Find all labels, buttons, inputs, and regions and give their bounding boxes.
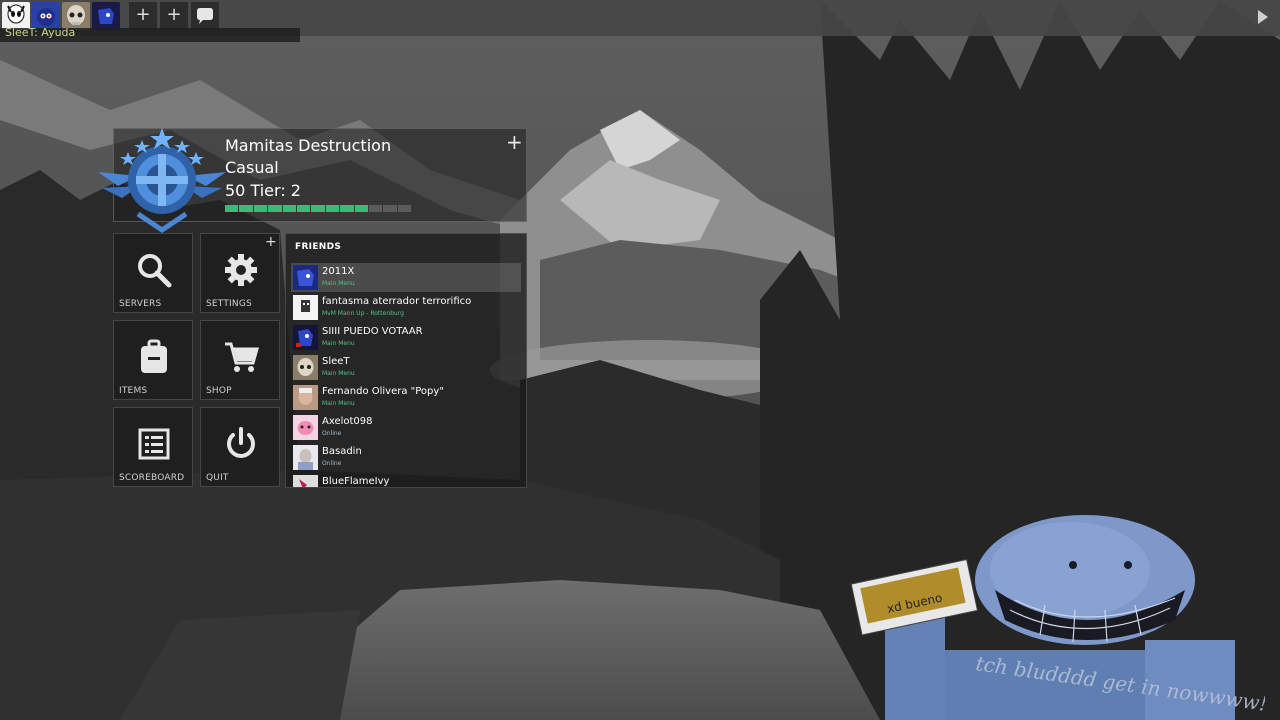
friend-avatar — [293, 265, 318, 290]
add-party-button-1[interactable]: + — [129, 2, 157, 30]
xp-segment — [268, 205, 282, 212]
chat-button[interactable] — [191, 2, 219, 30]
friend-status: Main Menu — [322, 280, 355, 287]
friends-title: FRIENDS — [295, 242, 342, 252]
friend-status: Main Menu — [322, 340, 355, 347]
gear-icon — [225, 254, 257, 286]
chat-line: SleeT: Ayuda — [0, 26, 300, 42]
xp-segment — [383, 205, 397, 212]
add-party-button-2[interactable]: + — [160, 2, 188, 30]
friend-status: Main Menu — [322, 370, 355, 377]
friend-avatar — [293, 415, 318, 440]
player-tier: 50 Tier: 2 — [225, 181, 301, 200]
player-name: Mamitas Destruction — [225, 136, 392, 155]
rank-emblem-icon — [98, 128, 226, 234]
friend-row[interactable]: Basadin Online — [291, 443, 521, 472]
friend-name: SIIII PUEDO VOTAAR — [322, 326, 423, 337]
shopping-cart-icon — [225, 342, 259, 372]
friend-row[interactable]: SIIII PUEDO VOTAAR Main Menu — [291, 323, 521, 352]
servers-button[interactable]: SERVERS — [113, 233, 193, 313]
xp-segment — [253, 205, 268, 212]
friends-panel: FRIENDS 2011X Main Menu fantasma aterrad… — [285, 233, 527, 488]
friend-row[interactable]: SleeT Main Menu — [291, 353, 521, 382]
friend-avatar — [293, 325, 318, 350]
friend-avatar — [293, 385, 318, 410]
xp-segment — [340, 205, 354, 212]
backpack-icon — [141, 339, 167, 373]
xp-segment — [311, 205, 325, 212]
play-icon[interactable] — [1258, 10, 1268, 24]
shop-label: SHOP — [206, 386, 232, 396]
scoreboard-button[interactable]: SCOREBOARD — [113, 407, 193, 487]
friend-status: MvM Mann Up - Rottenburg — [322, 310, 404, 317]
friend-row[interactable]: Axelot098 Online — [291, 413, 521, 442]
friend-status: Online — [322, 460, 342, 467]
settings-label: SETTINGS — [206, 299, 252, 309]
friend-name: fantasma aterrador terrorifico — [322, 296, 472, 307]
xp-segment — [296, 205, 311, 212]
scoreboard-label: SCOREBOARD — [119, 473, 185, 483]
xp-segment — [397, 205, 412, 212]
friend-status: Main Menu — [322, 400, 355, 407]
items-button[interactable]: ITEMS — [113, 320, 193, 400]
servers-label: SERVERS — [119, 299, 162, 309]
character-drawing: xd bueno tch bludddd get in nowwww!! — [850, 515, 1265, 720]
friend-name: Basadin — [322, 446, 362, 457]
xp-segment — [282, 205, 296, 212]
friend-name: 2011X — [322, 266, 355, 277]
chat-message: SleeT: Ayuda — [5, 26, 76, 39]
friend-name: BlueFlameIvy — [322, 476, 390, 487]
xp-segment — [225, 205, 239, 212]
friend-avatar — [293, 295, 318, 320]
xp-segment — [354, 205, 368, 212]
game-mode: Casual — [225, 158, 279, 177]
xp-segment — [239, 205, 253, 212]
xp-segment — [325, 205, 340, 212]
friend-avatar — [293, 445, 318, 470]
friend-status: Online — [322, 430, 342, 437]
friend-avatar — [293, 475, 318, 487]
sonic-avatar[interactable] — [92, 2, 120, 30]
xp-progress-bar — [225, 205, 412, 212]
friend-avatar — [293, 355, 318, 380]
friend-row[interactable]: 2011X Main Menu — [291, 263, 521, 292]
friend-row[interactable]: Fernando Olivera "Popy" Main Menu — [291, 383, 521, 412]
expand-card-button[interactable]: + — [506, 130, 523, 154]
chat-icon — [197, 8, 213, 24]
add-tile-button[interactable]: + — [265, 234, 277, 250]
power-icon — [227, 427, 255, 458]
shop-button[interactable]: SHOP — [200, 320, 280, 400]
xp-segment — [368, 205, 383, 212]
search-icon — [138, 254, 172, 288]
friend-name: Fernando Olivera "Popy" — [322, 386, 444, 397]
friend-row[interactable]: BlueFlameIvy — [291, 473, 521, 487]
friend-name: SleeT — [322, 356, 350, 367]
friend-row[interactable]: fantasma aterrador terrorifico MvM Mann … — [291, 293, 521, 322]
list-icon — [138, 428, 170, 460]
items-label: ITEMS — [119, 386, 148, 396]
friend-name: Axelot098 — [322, 416, 373, 427]
quit-button[interactable]: QUIT — [200, 407, 280, 487]
quit-label: QUIT — [206, 473, 229, 483]
